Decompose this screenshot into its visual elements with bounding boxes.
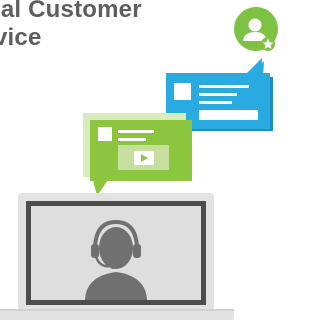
customer-service-illustration: [0, 7, 278, 320]
user-star-badge-icon: [234, 7, 278, 51]
video-chat-bubble-icon: [83, 113, 192, 196]
